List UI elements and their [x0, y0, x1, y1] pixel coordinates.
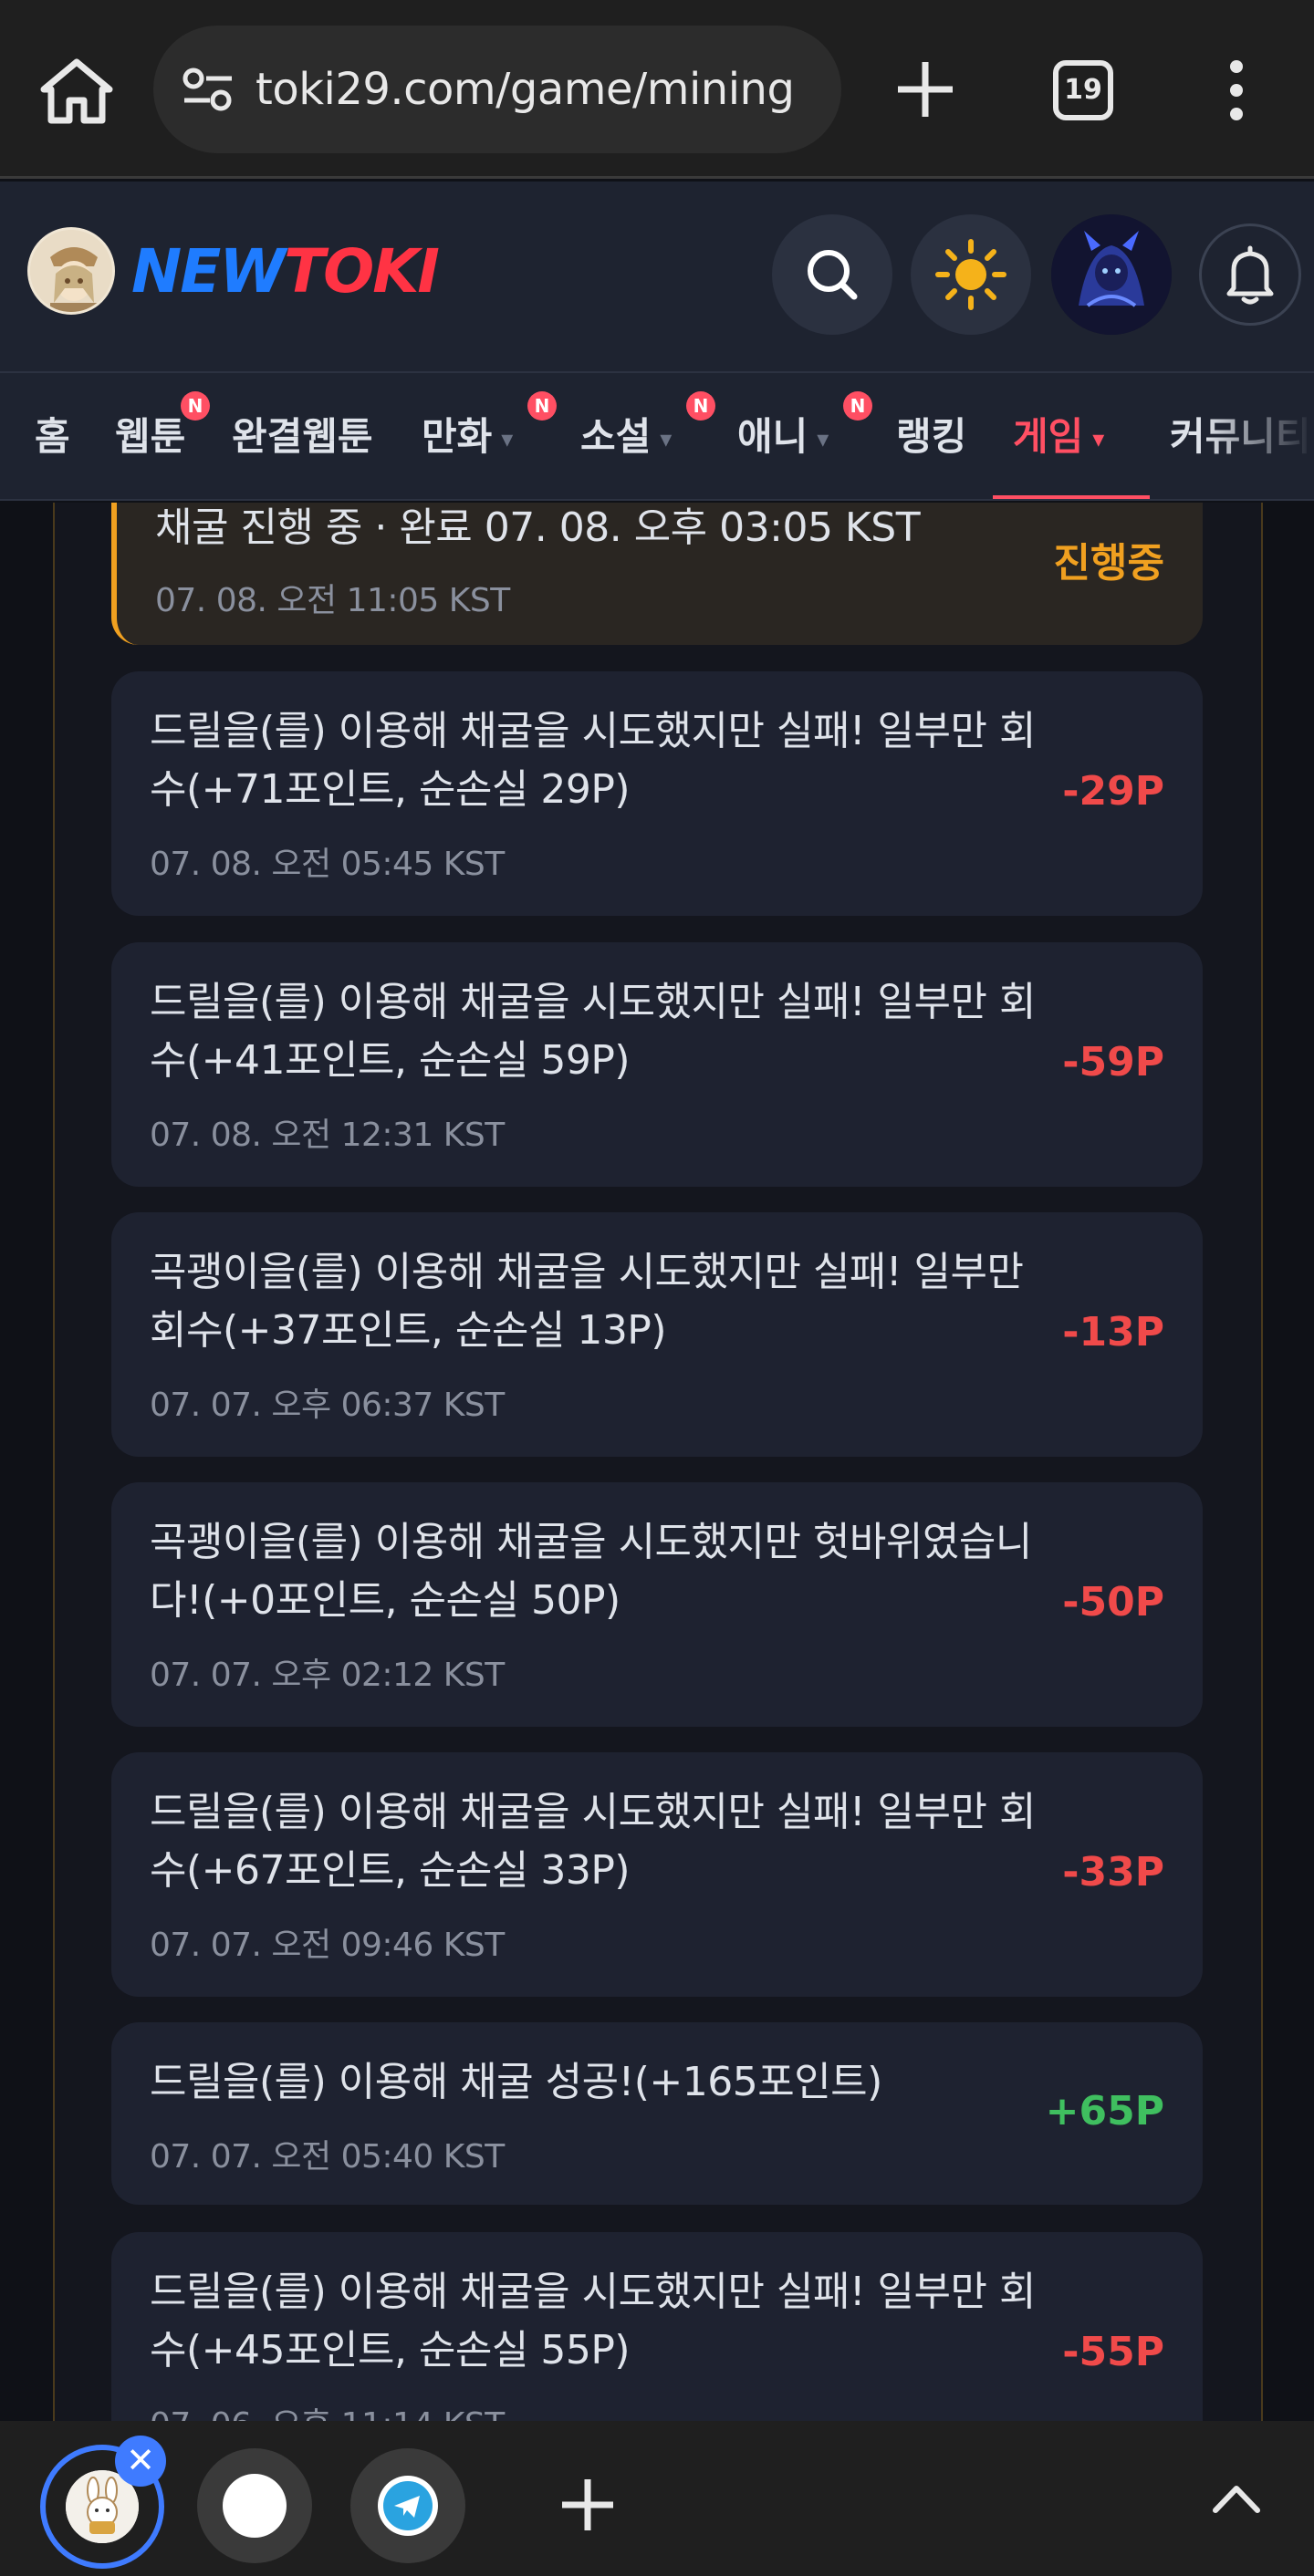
- nav-item-home[interactable]: 홈: [35, 373, 70, 499]
- nav-item-label: 웹툰: [115, 414, 186, 459]
- bell-icon: [1226, 245, 1274, 305]
- site-header: NEWTOKI: [0, 182, 1314, 371]
- active-tab-indicator: [993, 495, 1150, 499]
- chevron-down-icon: ▾: [660, 425, 673, 453]
- log-time: 07. 08. 오전 11:05 KST: [155, 582, 510, 619]
- nav-item-webtoon[interactable]: 웹툰: [115, 373, 186, 499]
- log-item: 드릴을(를) 이용해 채굴을 시도했지만 실패! 일부만 회수(+67포인트, …: [111, 1752, 1203, 1997]
- nav-item-label: 랭킹: [896, 414, 967, 459]
- blank-favicon-icon: [223, 2474, 287, 2538]
- user-avatar-button[interactable]: [1051, 214, 1172, 335]
- new-badge: N: [686, 391, 715, 421]
- nav-item-label: 게임: [1013, 414, 1084, 459]
- tab-switcher-button[interactable]: 19: [1053, 60, 1113, 120]
- log-item: 곡괭이을(를) 이용해 채굴을 시도했지만 헛바위였습니다!(+0포인트, 순손…: [111, 1482, 1203, 1727]
- log-time: 07. 06. 오후 11:14 KST: [150, 2398, 505, 2421]
- page: toki29.com/game/mining 19 NEWTOKI 홈 웹툰 N…: [0, 0, 1314, 2576]
- log-status: 진행중: [1053, 540, 1164, 587]
- log-delta: -33P: [1062, 1849, 1164, 1896]
- mining-log-area[interactable]: 채굴 진행 중 · 완료 07. 08. 오후 03:05 KST 07. 08…: [0, 503, 1314, 2421]
- log-item: 곡괭이을(를) 이용해 채굴을 시도했지만 실패! 일부만 회수(+37포인트,…: [111, 1212, 1203, 1457]
- avatar: [1051, 214, 1172, 335]
- log-time: 07. 07. 오후 06:37 KST: [150, 1387, 505, 1424]
- theme-toggle-button[interactable]: [911, 214, 1031, 335]
- new-badge: N: [181, 391, 210, 421]
- nav-item-game[interactable]: 게임 ▾: [1013, 373, 1105, 499]
- log-message: 드릴을(를) 이용해 채굴을 시도했지만 실패! 일부만 회수(+67포인트, …: [150, 1789, 1036, 1894]
- category-nav: 홈 웹툰 N 완결웹툰 만화▾ N 소설▾ N 애니▾ N 랭킹 게임▾ 커뮤니…: [0, 371, 1314, 501]
- nav-item-anime[interactable]: 애니 ▾: [737, 373, 829, 499]
- log-item: 드릴을(를) 이용해 채굴을 시도했지만 실패! 일부만 회수(+45포인트, …: [111, 2232, 1203, 2421]
- nav-scroll-fade: [1204, 373, 1314, 499]
- tab-bubble[interactable]: [197, 2448, 312, 2563]
- nav-item-novel[interactable]: 소설 ▾: [580, 373, 673, 499]
- log-delta: -13P: [1062, 1309, 1164, 1356]
- nav-item-manga[interactable]: 만화 ▾: [422, 373, 514, 499]
- new-badge: N: [843, 391, 872, 421]
- log-time: 07. 07. 오전 09:46 KST: [150, 1927, 505, 1964]
- chevron-down-icon: ▾: [501, 425, 514, 453]
- search-button[interactable]: [772, 214, 892, 335]
- tab-bubble-telegram[interactable]: [350, 2448, 465, 2563]
- log-message: 채굴 진행 중 · 완료 07. 08. 오후 03:05 KST: [155, 504, 921, 551]
- nav-item-completed-webtoon[interactable]: 완결웹툰: [232, 373, 373, 499]
- new-tab-icon[interactable]: [892, 57, 958, 122]
- url-text[interactable]: toki29.com/game/mining: [256, 26, 795, 153]
- chevron-down-icon: ▾: [1092, 425, 1105, 453]
- home-icon[interactable]: [36, 57, 117, 126]
- nav-item-label: 완결웹툰: [232, 414, 373, 459]
- log-item: 드릴을(를) 이용해 채굴 성공!(+165포인트) 07. 07. 오전 05…: [111, 2022, 1203, 2205]
- log-delta: -59P: [1062, 1039, 1164, 1085]
- bottom-bar: ✕: [0, 2421, 1314, 2576]
- site-settings-icon[interactable]: [181, 64, 235, 115]
- mascot-image: [30, 230, 112, 312]
- logo-toki-text: TOKI: [284, 236, 440, 306]
- browser-toolbar: toki29.com/game/mining 19: [0, 0, 1314, 179]
- sun-icon: [935, 239, 1006, 310]
- nav-item-label: 소설: [580, 414, 652, 459]
- log-time: 07. 08. 오전 05:45 KST: [150, 846, 505, 883]
- log-delta: -50P: [1062, 1579, 1164, 1626]
- address-bar[interactable]: toki29.com/game/mining: [153, 26, 841, 153]
- close-icon[interactable]: ✕: [115, 2436, 166, 2487]
- chevron-down-icon: ▾: [817, 425, 829, 453]
- log-time: 07. 07. 오전 05:40 KST: [150, 2138, 505, 2176]
- log-delta: -55P: [1062, 2329, 1164, 2375]
- log-item: 드릴을(를) 이용해 채굴을 시도했지만 실패! 일부만 회수(+41포인트, …: [111, 942, 1203, 1187]
- new-badge: N: [527, 391, 557, 421]
- log-item: 드릴을(를) 이용해 채굴을 시도했지만 실패! 일부만 회수(+71포인트, …: [111, 671, 1203, 916]
- more-menu-icon[interactable]: [1223, 58, 1250, 122]
- log-item-pending: 채굴 진행 중 · 완료 07. 08. 오후 03:05 KST 07. 08…: [111, 503, 1203, 645]
- log-delta: +65P: [1045, 2088, 1164, 2135]
- nav-item-label: 애니: [737, 414, 808, 459]
- site-mascot-logo[interactable]: [27, 227, 115, 315]
- nav-item-label: 홈: [35, 414, 70, 459]
- chevron-up-icon[interactable]: [1212, 2483, 1261, 2514]
- telegram-icon: [378, 2476, 438, 2536]
- log-message: 드릴을(를) 이용해 채굴을 시도했지만 실패! 일부만 회수(+71포인트, …: [150, 708, 1036, 813]
- log-message: 드릴을(를) 이용해 채굴을 시도했지만 실패! 일부만 회수(+41포인트, …: [150, 979, 1036, 1084]
- log-message: 곡괭이을(를) 이용해 채굴을 시도했지만 실패! 일부만 회수(+37포인트,…: [150, 1249, 1024, 1354]
- log-delta: -29P: [1062, 768, 1164, 815]
- log-message: 곡괭이을(를) 이용해 채굴을 시도했지만 헛바위였습니다!(+0포인트, 순손…: [150, 1519, 1032, 1624]
- nav-item-ranking[interactable]: 랭킹: [896, 373, 967, 499]
- log-time: 07. 07. 오후 02:12 KST: [150, 1657, 505, 1694]
- log-message: 드릴을(를) 이용해 채굴 성공!(+165포인트): [150, 2059, 882, 2105]
- search-icon: [808, 250, 858, 300]
- nav-item-label: 만화: [422, 414, 493, 459]
- log-time: 07. 08. 오전 12:31 KST: [150, 1117, 505, 1154]
- log-message: 드릴을(를) 이용해 채굴을 시도했지만 실패! 일부만 회수(+45포인트, …: [150, 2269, 1036, 2373]
- site-logo[interactable]: NEWTOKI: [131, 236, 440, 306]
- logo-new-text: NEW: [131, 236, 286, 306]
- add-tab-icon[interactable]: [558, 2476, 617, 2534]
- notifications-button[interactable]: [1199, 223, 1301, 326]
